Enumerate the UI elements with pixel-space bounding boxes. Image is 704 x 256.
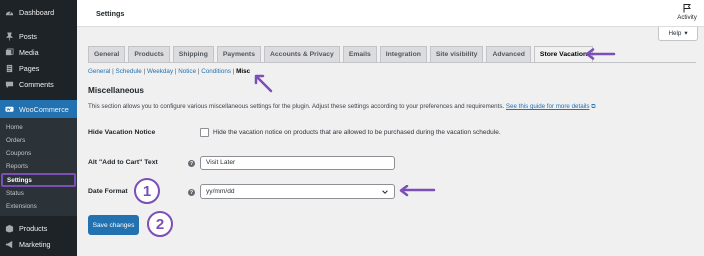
menu-item-woocommerce[interactable]: WooCommerce xyxy=(0,100,77,118)
menu-label: Comments xyxy=(19,79,54,89)
caret-down-icon: ▾ xyxy=(684,30,688,37)
menu-item-comments[interactable]: Comments xyxy=(0,76,77,92)
subsection-nav: General | Schedule | Weekday | Notice | … xyxy=(88,68,251,75)
menu-label: Dashboard xyxy=(19,7,55,17)
section-title: Miscellaneous xyxy=(88,86,144,95)
section-description-text: This section allows you to configure var… xyxy=(88,103,505,110)
submenu-item-extensions[interactable]: Extensions xyxy=(0,200,77,213)
tab-advanced[interactable]: Advanced xyxy=(486,46,531,62)
menu-item-products[interactable]: Products xyxy=(0,220,77,236)
date-format-value: yy/mm/dd xyxy=(206,188,235,195)
submenu-item-coupons[interactable]: Coupons xyxy=(0,147,77,160)
help-tip-icon[interactable]: ? xyxy=(188,160,195,167)
step-2-badge: 2 xyxy=(147,211,173,237)
tabs-divider xyxy=(88,62,696,63)
tab-site-visibility[interactable]: Site visibility xyxy=(429,46,484,62)
hide-notice-label: Hide Vacation Notice xyxy=(88,129,156,136)
woocommerce-submenu: Home Orders Coupons Reports Settings Sta… xyxy=(0,118,77,216)
pin-icon xyxy=(5,32,14,41)
chevron-down-icon xyxy=(382,190,388,194)
tab-emails[interactable]: Emails xyxy=(342,46,377,62)
subsection-general[interactable]: General xyxy=(88,68,110,75)
submenu-item-home[interactable]: Home xyxy=(0,121,77,134)
arrow-annotation-date-format xyxy=(399,185,436,197)
woocommerce-icon xyxy=(5,105,14,114)
help-button[interactable]: Help ▾ xyxy=(658,27,698,41)
top-header: Settings Activity xyxy=(77,0,704,27)
subsection-weekday[interactable]: Weekday xyxy=(147,68,173,75)
hide-notice-checkbox[interactable] xyxy=(200,128,209,137)
help-tip-icon[interactable]: ? xyxy=(188,189,195,196)
arrow-annotation-misc xyxy=(254,74,273,93)
media-icon xyxy=(5,48,14,57)
subsection-schedule[interactable]: Schedule xyxy=(116,68,142,75)
date-format-label: Date Format xyxy=(88,188,128,195)
flag-icon xyxy=(683,4,691,13)
activity-button[interactable]: Activity xyxy=(674,3,700,21)
step-1-badge: 1 xyxy=(134,178,160,204)
submenu-item-status[interactable]: Status xyxy=(0,187,77,200)
date-format-select[interactable]: yy/mm/dd xyxy=(200,184,395,199)
tab-general[interactable]: General xyxy=(88,46,126,62)
dashboard-icon xyxy=(5,8,14,17)
menu-label: WooCommerce xyxy=(19,104,69,114)
section-description: This section allows you to configure var… xyxy=(88,103,596,111)
submenu-item-orders[interactable]: Orders xyxy=(0,134,77,147)
menu-label: Posts xyxy=(19,31,37,41)
admin-sidebar: Dashboard Posts Media Pages Comments Woo… xyxy=(0,0,77,256)
pages-icon xyxy=(5,64,14,73)
menu-item-pages[interactable]: Pages xyxy=(0,60,77,76)
comments-icon xyxy=(5,80,14,89)
subsection-notice[interactable]: Notice xyxy=(178,68,196,75)
guide-link[interactable]: See this guide for more details xyxy=(506,103,590,110)
menu-item-posts[interactable]: Posts xyxy=(0,28,77,44)
menu-item-dashboard[interactable]: Dashboard xyxy=(0,4,77,20)
subsection-conditions[interactable]: Conditions xyxy=(201,68,231,75)
tab-shipping[interactable]: Shipping xyxy=(172,46,214,62)
submenu-item-reports[interactable]: Reports xyxy=(0,160,77,173)
menu-label: Pages xyxy=(19,63,40,73)
menu-label: Products xyxy=(19,223,48,233)
hide-notice-description: Hide the vacation notice on products tha… xyxy=(213,129,501,136)
menu-label: Media xyxy=(19,47,39,57)
tab-integration[interactable]: Integration xyxy=(379,46,427,62)
page-title: Settings xyxy=(96,9,125,18)
tab-products[interactable]: Products xyxy=(128,46,170,62)
submenu-item-settings[interactable]: Settings xyxy=(1,173,76,187)
settings-tabs: General Products Shipping Payments Accou… xyxy=(88,46,594,62)
products-icon xyxy=(5,224,14,233)
tab-accounts-privacy[interactable]: Accounts & Privacy xyxy=(263,46,340,62)
subsection-misc[interactable]: Misc xyxy=(236,68,250,75)
tab-payments[interactable]: Payments xyxy=(216,46,261,62)
help-label: Help xyxy=(668,30,682,37)
alt-cart-text-input[interactable]: Visit Later xyxy=(200,156,395,170)
save-changes-button[interactable]: Save changes xyxy=(88,215,139,235)
marketing-icon xyxy=(5,240,14,249)
alt-cart-text-label: Alt "Add to Cart" Text xyxy=(88,159,158,166)
menu-item-marketing[interactable]: Marketing xyxy=(0,236,77,252)
external-link-icon: ⧉ xyxy=(591,103,596,110)
menu-label: Marketing xyxy=(19,239,51,249)
arrow-annotation-tab xyxy=(585,48,616,60)
menu-item-media[interactable]: Media xyxy=(0,44,77,60)
activity-label: Activity xyxy=(677,14,697,21)
